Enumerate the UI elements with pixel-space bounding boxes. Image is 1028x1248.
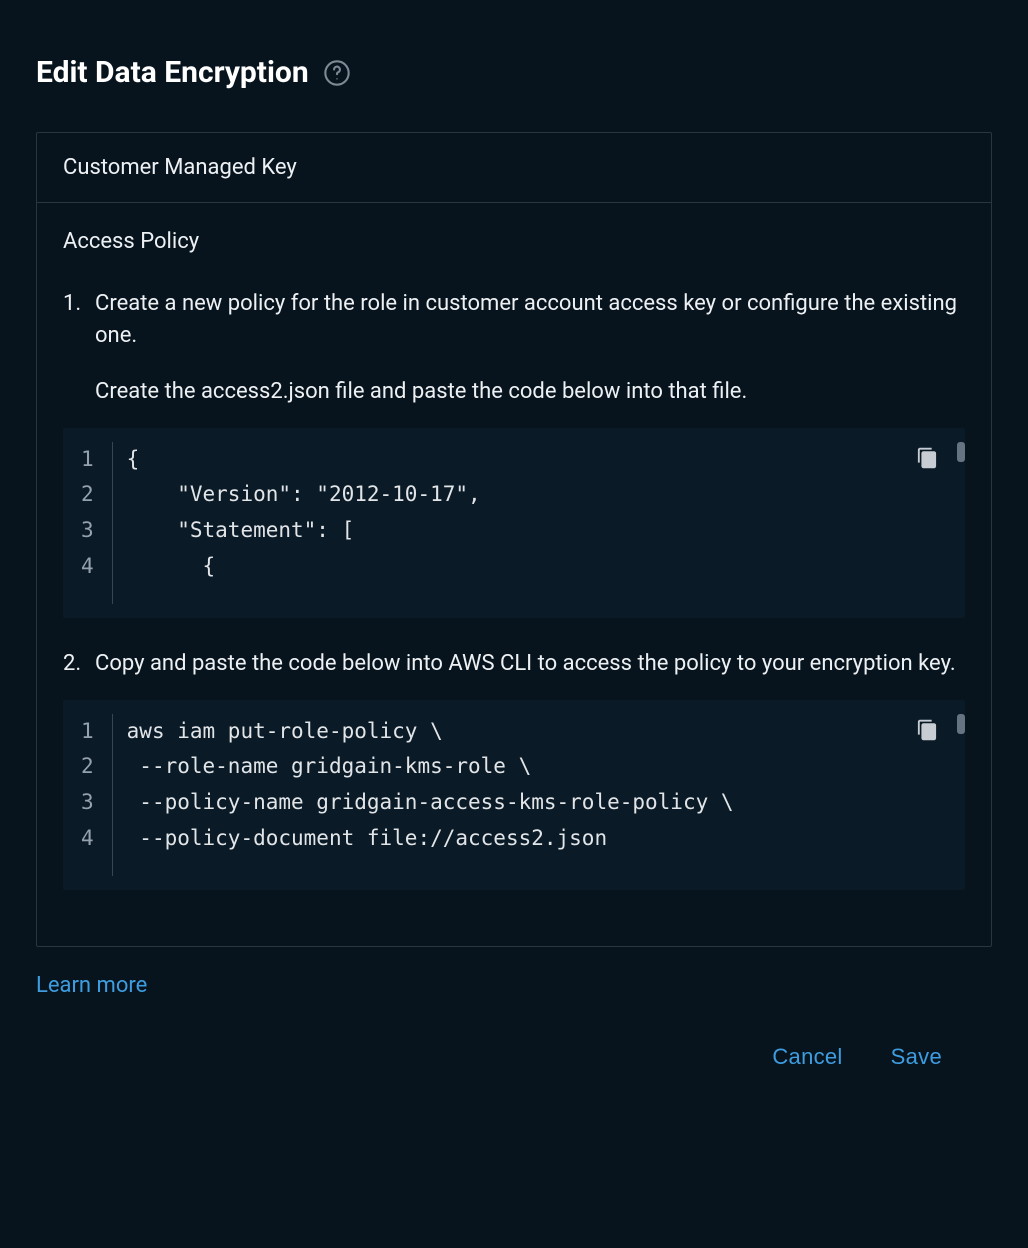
dialog-footer: Cancel Save [36, 998, 992, 1070]
code-block-1: 1 2 3 4 { "Version": "2012-10-17", "Stat… [63, 428, 965, 618]
code-content[interactable]: aws iam put-role-policy \ --role-name gr… [113, 714, 734, 857]
help-icon[interactable] [323, 59, 351, 87]
step-1-subtext: Create the access2.json file and paste t… [95, 376, 965, 408]
scrollbar-thumb[interactable] [957, 442, 965, 462]
copy-button[interactable] [911, 442, 943, 477]
scrollbar-thumb[interactable] [957, 714, 965, 734]
step-2: Copy and paste the code below into AWS C… [63, 648, 965, 890]
step-1: Create a new policy for the role in cust… [63, 288, 965, 618]
dialog-header: Edit Data Encryption [36, 55, 992, 90]
panel-subtitle: Access Policy [63, 229, 965, 254]
code-content[interactable]: { "Version": "2012-10-17", "Statement": … [113, 442, 481, 585]
copy-button[interactable] [911, 714, 943, 749]
line-gutter: 1 2 3 4 [63, 714, 112, 857]
line-gutter: 1 2 3 4 [63, 442, 112, 585]
step-1-text: Create a new policy for the role in cust… [95, 291, 957, 348]
code-block-2: 1 2 3 4 aws iam put-role-policy \ --role… [63, 700, 965, 890]
cancel-button[interactable]: Cancel [772, 1044, 842, 1070]
learn-more-link[interactable]: Learn more [36, 973, 147, 998]
main-panel: Customer Managed Key Access Policy Creat… [36, 132, 992, 947]
panel-header: Customer Managed Key [37, 133, 991, 203]
step-2-text: Copy and paste the code below into AWS C… [95, 651, 956, 676]
dialog-title: Edit Data Encryption [36, 55, 309, 90]
save-button[interactable]: Save [891, 1044, 942, 1070]
